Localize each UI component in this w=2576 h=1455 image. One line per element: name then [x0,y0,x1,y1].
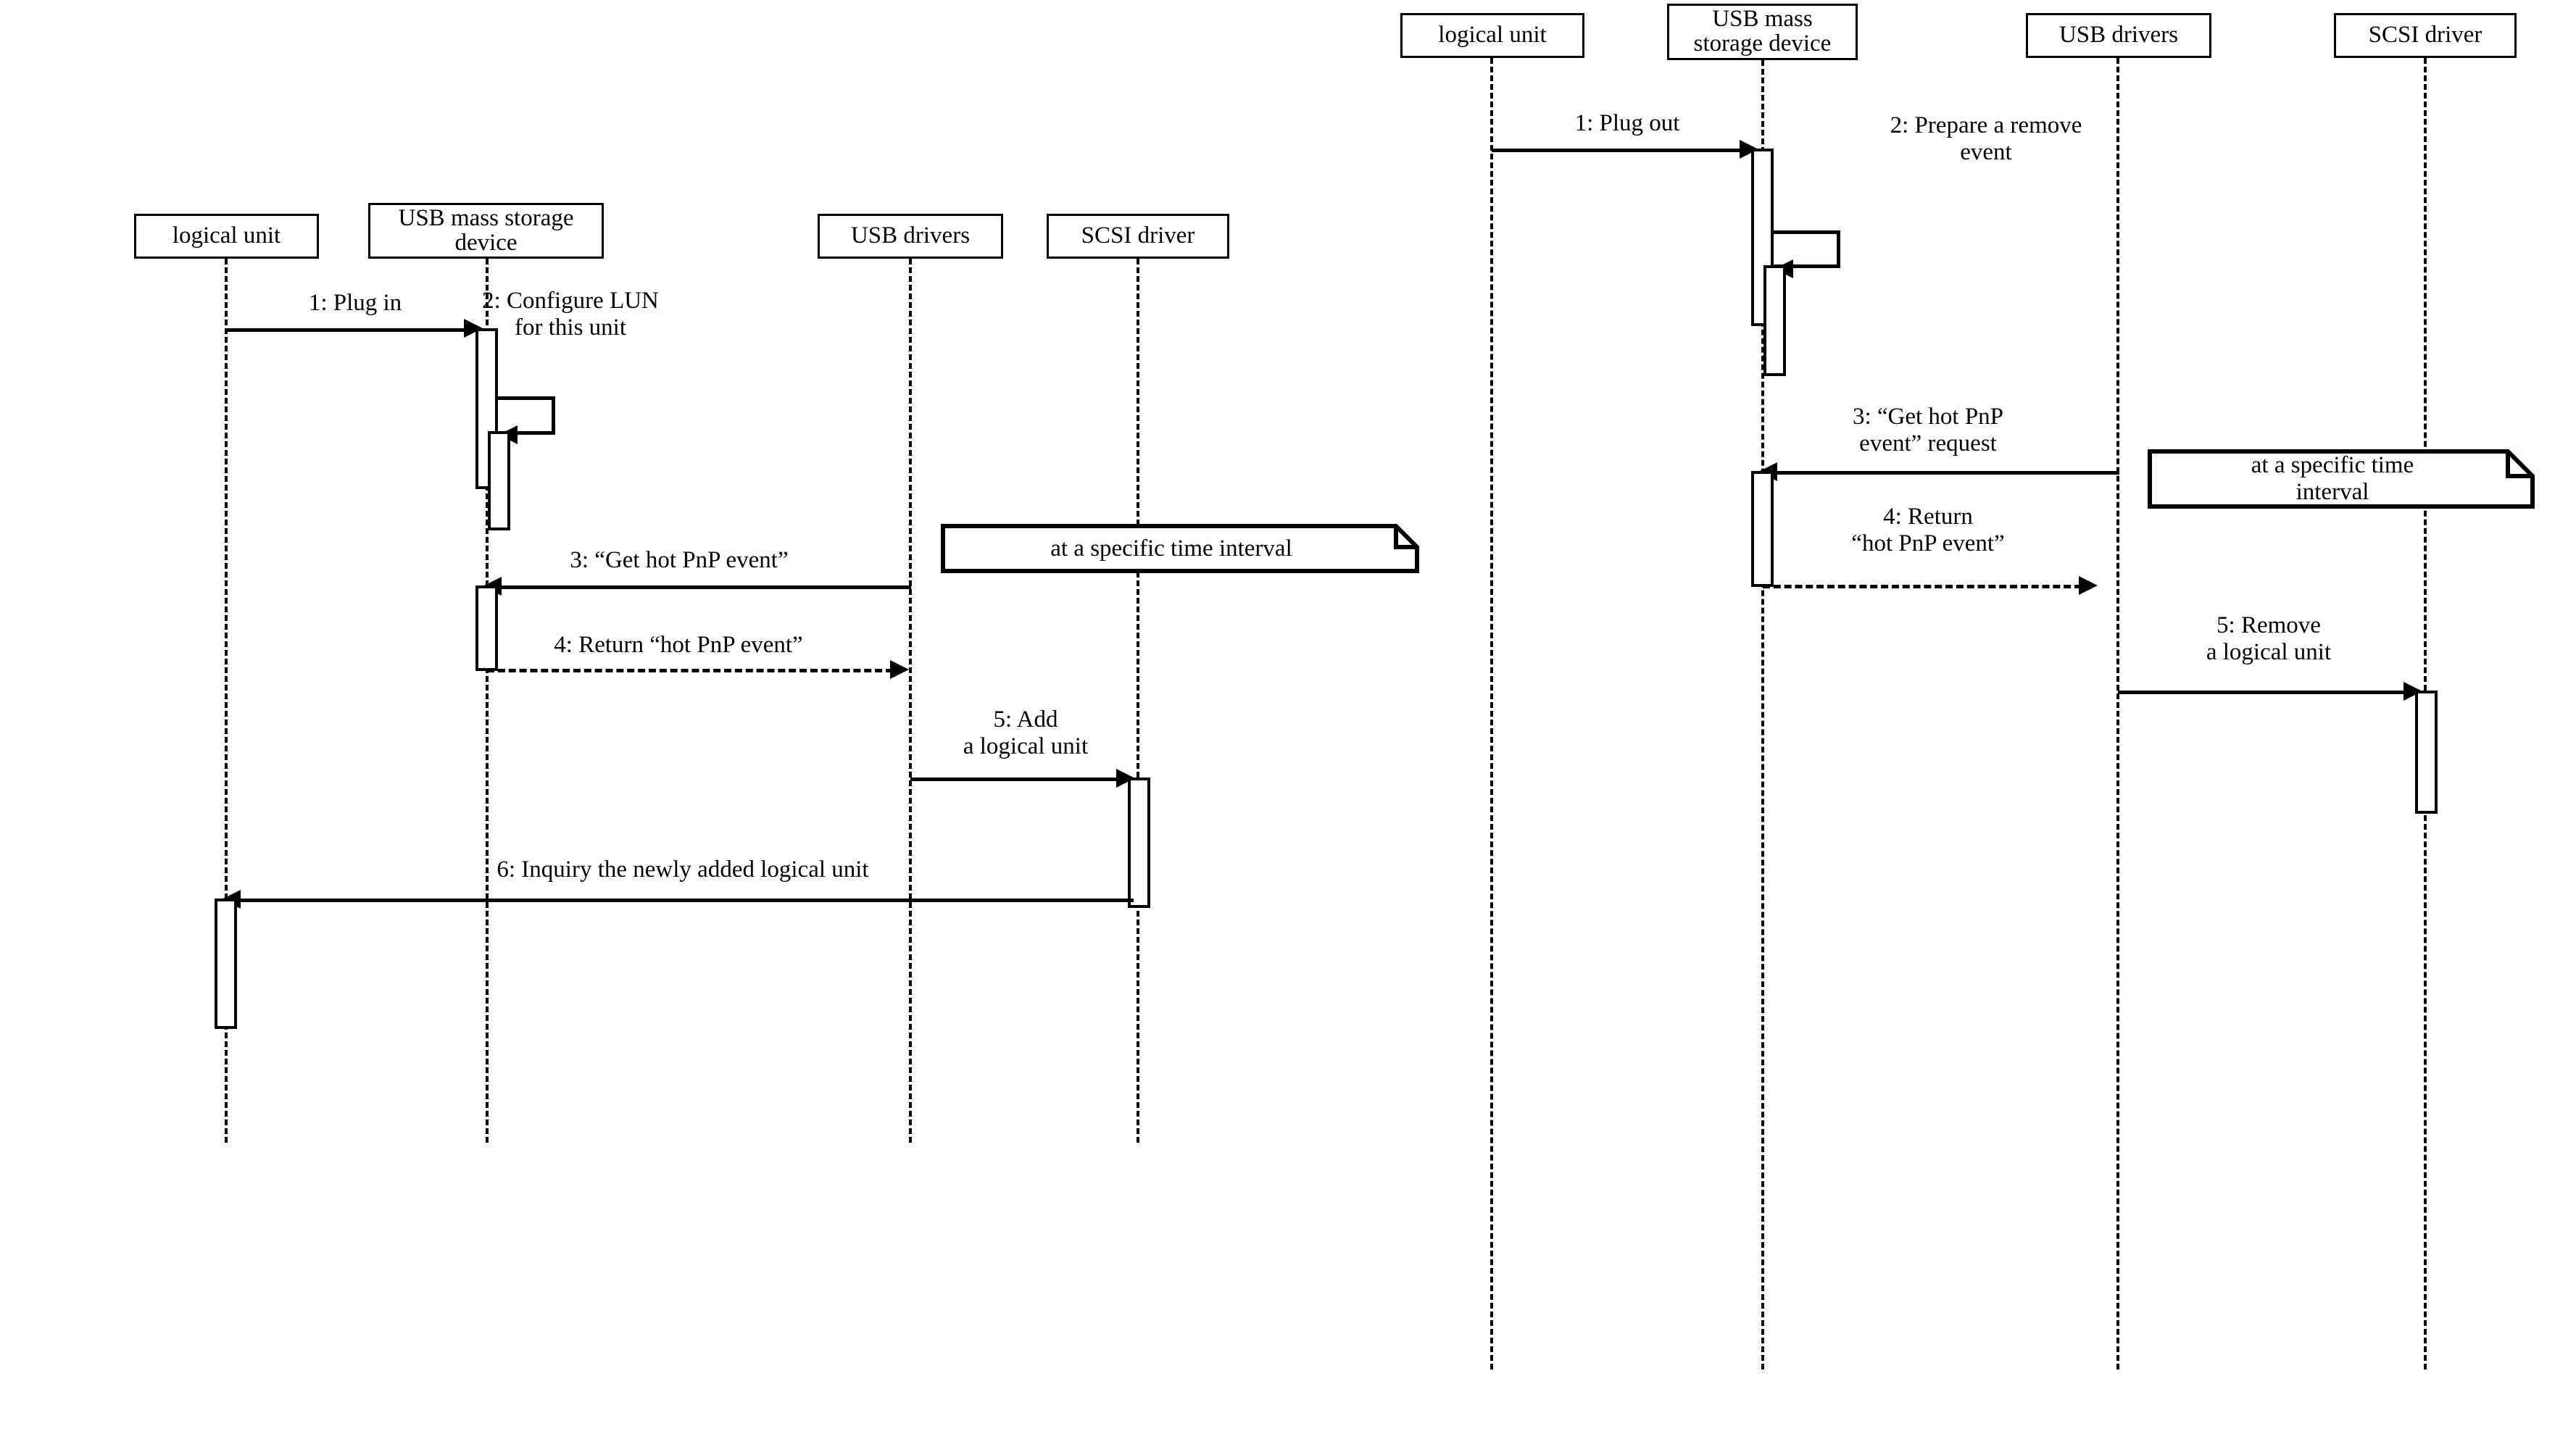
message-label-2-3: 3: “Get hot PnP event” request [1852,404,2004,456]
lifeline-header-usb-drivers: USB drivers [818,214,1003,259]
message-line-2-4 [1763,585,2082,588]
message-label-3: 3: “Get hot PnP event” [570,547,789,573]
activation-scsi-driver-2-1 [2415,691,2438,814]
message-line-5 [910,777,1128,781]
message-line-2-5 [2118,691,2415,694]
lifeline-stem-usb-drivers [909,259,912,1143]
lifeline-header-logical-unit-2: logical unit [1400,13,1584,58]
message-line-2-1 [1492,149,1753,152]
message-label-2-2: 2: Prepare a remove event [1890,112,2082,165]
message-label-2-5: 5: Remove a logical unit [2206,612,2332,665]
lifeline-stem-logical-unit-2 [1490,58,1493,1369]
message-arrowhead-2-4 [2079,576,2098,595]
activation-scsi-driver-1 [1128,777,1150,908]
message-label-5: 5: Add a logical unit [963,706,1089,759]
message-label-2: 2: Configure LUN for this unit [482,288,659,341]
message-line-3 [487,585,911,589]
message-line-4 [487,669,893,672]
activation-usb-mass-storage-device-2-1-nested [1763,265,1786,376]
lifeline-header-usb-drivers-2: USB drivers [2026,13,2211,58]
lifeline-stem-scsi-driver [1137,259,1139,1143]
note-time-interval: at a specific time interval [941,524,1419,573]
note-time-interval-2-text: at a specific time interval [2251,452,2414,505]
message-label-6: 6: Inquiry the newly added logical unit [496,856,869,883]
activation-logical-unit-1 [215,899,237,1029]
message-line-6 [226,899,1134,902]
message-arrowhead-4 [890,660,909,679]
activation-usb-mass-storage-device-1-nested [488,431,510,530]
message-label-2-1: 1: Plug out [1574,110,1680,136]
message-label-2-4: 4: Return “hot PnP event” [1851,504,2005,556]
message-line-2-3 [1763,471,2119,475]
note-time-interval-text: at a specific time interval [1050,535,1292,562]
lifeline-header-scsi-driver-2: SCSI driver [2334,13,2517,58]
lifeline-header-usb-mass-storage-device-2: USB mass storage device [1667,4,1858,60]
lifeline-header-scsi-driver: SCSI driver [1047,214,1229,259]
lifeline-header-logical-unit: logical unit [134,214,319,259]
lifeline-header-usb-mass-storage-device: USB mass storage device [368,203,604,259]
lifeline-stem-usb-drivers-2 [2116,58,2119,1369]
message-label-4: 4: Return “hot PnP event” [554,632,803,658]
note-time-interval-2: at a specific time interval [2148,449,2535,509]
sequence-diagram-canvas: logical unit USB mass storage device USB… [0,0,2576,1455]
